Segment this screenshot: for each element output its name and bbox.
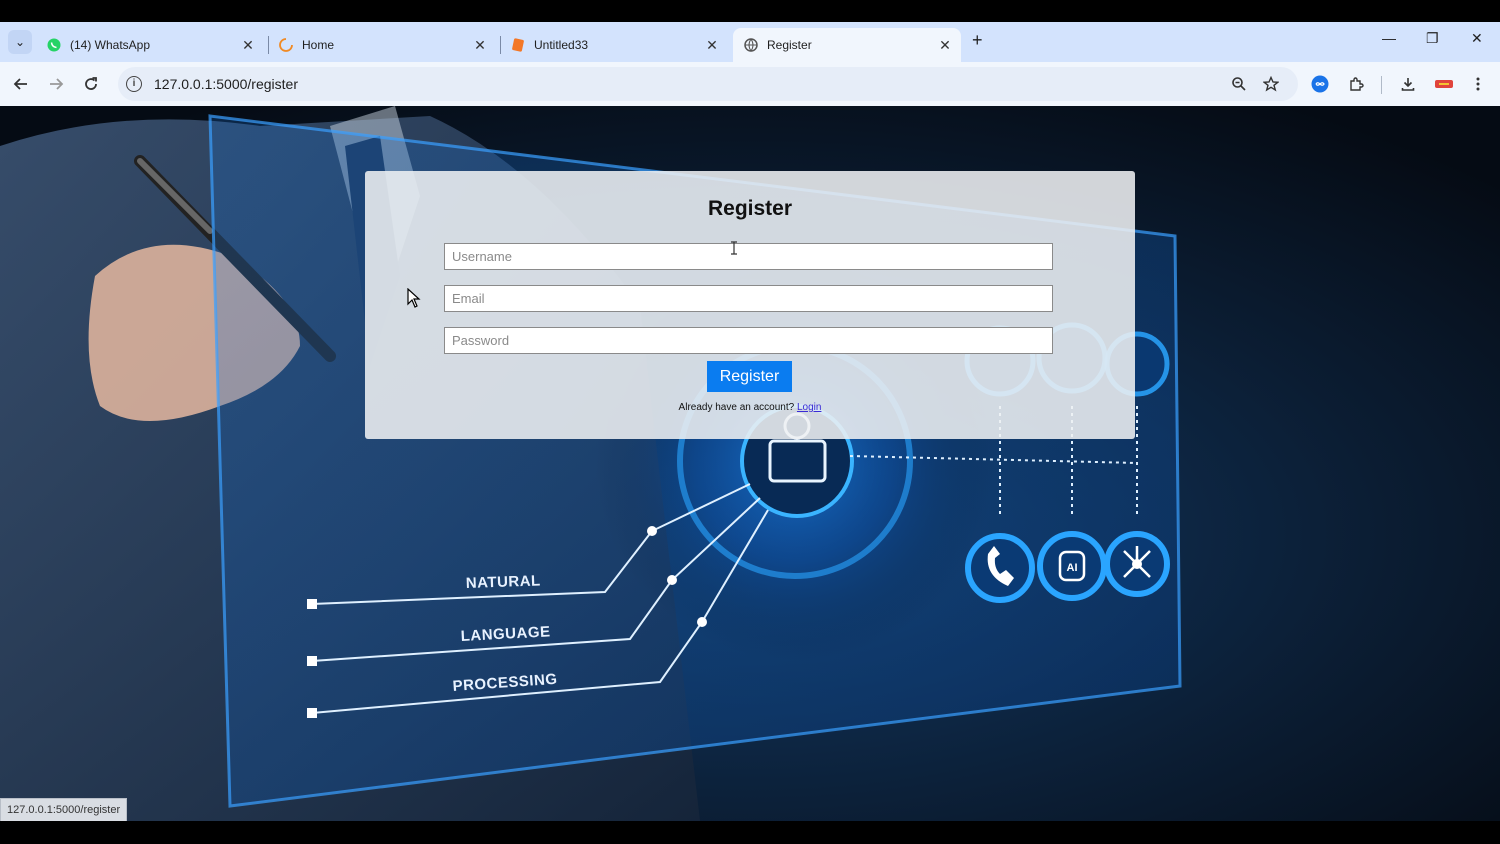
tab-search-chevron-icon[interactable]: ⌄	[8, 30, 32, 54]
whatsapp-icon	[46, 37, 62, 53]
login-link[interactable]: Login	[797, 402, 821, 413]
os-bottom-bar	[0, 821, 1500, 844]
tab-untitled33[interactable]: Untitled33 ✕	[500, 28, 728, 62]
close-icon[interactable]: ✕	[238, 37, 258, 54]
tab-title: (14) WhatsApp	[70, 38, 151, 52]
bg-label-processing: PROCESSING	[452, 671, 558, 695]
jupyter-notebook-icon	[510, 37, 526, 53]
close-icon[interactable]: ✕	[935, 37, 955, 54]
extensions-puzzle-icon[interactable]	[1345, 73, 1367, 95]
loading-spinner-icon	[278, 37, 294, 53]
extension-infinity-icon[interactable]	[1309, 73, 1331, 95]
site-info-icon[interactable]: i	[126, 76, 142, 92]
register-card: Register Register Already have an accoun…	[365, 171, 1135, 439]
text-cursor-icon	[731, 241, 737, 255]
email-input[interactable]	[444, 285, 1053, 312]
profile-avatar-icon[interactable]	[1433, 73, 1455, 95]
minimize-icon[interactable]: —	[1382, 30, 1396, 46]
restore-icon[interactable]: ❐	[1426, 30, 1439, 47]
url-text[interactable]: 127.0.0.1:5000/register	[154, 76, 298, 92]
bookmark-star-icon[interactable]	[1260, 73, 1282, 95]
username-input[interactable]	[444, 243, 1053, 270]
password-input[interactable]	[444, 327, 1053, 354]
forward-arrow-icon[interactable]	[45, 73, 67, 95]
new-tab-plus-icon[interactable]: +	[972, 30, 983, 51]
close-icon[interactable]: ✕	[702, 37, 722, 54]
bg-label-language: LANGUAGE	[460, 623, 551, 645]
os-top-bar	[0, 0, 1500, 22]
status-bar-url: 127.0.0.1:5000/register	[0, 798, 128, 822]
tab-register[interactable]: Register ✕	[733, 28, 961, 62]
globe-icon	[743, 37, 759, 53]
tab-home[interactable]: Home ✕	[268, 28, 496, 62]
bg-label-natural: NATURAL	[466, 572, 541, 592]
mouse-pointer-icon	[407, 288, 421, 308]
toolbar-divider	[1381, 76, 1382, 94]
window-close-icon[interactable]: ✕	[1471, 30, 1483, 47]
back-arrow-icon[interactable]	[10, 73, 32, 95]
account-prompt-text: Already have an account?	[678, 402, 795, 413]
tab-strip: ⌄ (14) WhatsApp ✕ Home ✕ Untitled33 ✕ Re…	[0, 22, 1500, 62]
browser-toolbar: i 127.0.0.1:5000/register	[0, 62, 1500, 106]
register-title: Register	[707, 197, 793, 220]
more-menu-icon[interactable]	[1467, 73, 1489, 95]
download-icon[interactable]	[1397, 73, 1419, 95]
reload-icon[interactable]	[80, 73, 102, 95]
tab-title: Register	[767, 38, 812, 52]
page-viewport: AI NATURAL LANGUAGE PROCESSING Register …	[0, 106, 1500, 821]
close-icon[interactable]: ✕	[470, 37, 490, 54]
zoom-icon[interactable]	[1228, 73, 1250, 95]
register-button[interactable]: Register	[707, 361, 792, 392]
tab-title: Untitled33	[534, 38, 589, 52]
tab-whatsapp[interactable]: (14) WhatsApp ✕	[36, 28, 264, 62]
login-prompt: Already have an account? Login	[365, 402, 1135, 413]
address-bar[interactable]: i 127.0.0.1:5000/register	[118, 67, 1298, 101]
tab-title: Home	[302, 38, 335, 52]
